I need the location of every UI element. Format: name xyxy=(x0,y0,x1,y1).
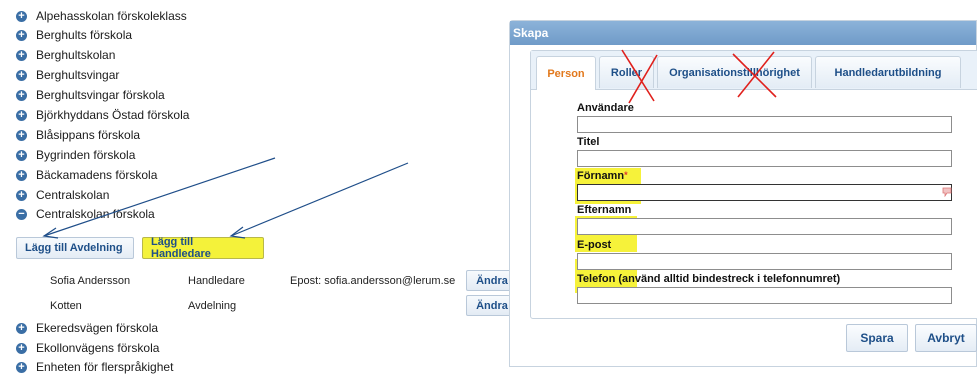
unit-role: Avdelning xyxy=(188,300,237,312)
table-row: Sofia Andersson Handledare Epost: sofia.… xyxy=(50,270,518,292)
firstname-label-text: Förnamn xyxy=(577,170,625,182)
tree-item[interactable]: + Björkhyddans Östad förskola xyxy=(16,105,189,125)
tree-item-label: Centralskolan xyxy=(36,188,110,202)
plus-circle-icon[interactable]: + xyxy=(16,169,27,181)
tree-item-label: Enheten för flerspråkighet xyxy=(36,360,174,374)
lastname-field[interactable] xyxy=(577,218,952,235)
plus-circle-icon[interactable]: + xyxy=(16,29,27,41)
tree-item-label: Berghultskolan xyxy=(36,48,116,62)
create-dialog: Skapa Person Roller Organisationstillhör… xyxy=(509,20,977,367)
field-label-user: Användare xyxy=(577,102,634,114)
tree-item[interactable]: + Alpehasskolan förskoleklass xyxy=(16,6,187,26)
plus-circle-icon[interactable]: + xyxy=(16,189,27,201)
tree-item[interactable]: + Enheten för flerspråkighet xyxy=(16,357,173,377)
tree-item-label: Bygrinden förskola xyxy=(36,148,136,162)
tree-item-label: Berghults förskola xyxy=(36,28,133,42)
tab-supervisor-training[interactable]: Handledarutbildning xyxy=(815,56,961,88)
plus-circle-icon[interactable]: + xyxy=(16,149,27,161)
minus-circle-icon[interactable]: − xyxy=(16,208,27,220)
plus-circle-icon[interactable]: + xyxy=(16,342,27,354)
tab-organization[interactable]: Organisationstillhörighet xyxy=(657,56,812,88)
person-email: Epost: sofia.andersson@lerum.se xyxy=(290,275,456,287)
phone-field[interactable] xyxy=(577,287,952,304)
tab-panel: Person Roller Organisationstillhörighet … xyxy=(530,50,977,319)
save-button[interactable]: Spara xyxy=(846,324,908,352)
tree-item-label: Centralskolan förskola xyxy=(36,207,155,221)
tree-item-label: Björkhyddans Östad förskola xyxy=(36,108,190,122)
firstname-field[interactable] xyxy=(577,184,952,201)
field-label-lastname: Efternamn xyxy=(577,204,632,216)
tree-item[interactable]: + Berghultskolan xyxy=(16,45,115,65)
required-marker: * xyxy=(624,170,628,180)
tree-item[interactable]: + Bäckamadens förskola xyxy=(16,165,157,185)
tree-item[interactable]: + Ekollonvägens förskola xyxy=(16,338,159,358)
tab-person[interactable]: Person xyxy=(536,56,596,90)
table-row: Kotten Avdelning Ändra xyxy=(50,295,518,317)
tree-item[interactable]: + Ekeredsvägen förskola xyxy=(16,318,158,338)
tree-item[interactable]: + Berghults förskola xyxy=(16,25,132,45)
tree-item-expanded[interactable]: − Centralskolan förskola xyxy=(16,204,155,224)
user-field[interactable] xyxy=(577,116,952,133)
speech-bubble-icon xyxy=(942,187,952,197)
tree-item[interactable]: + Centralskolan xyxy=(16,185,109,205)
field-label-title: Titel xyxy=(577,136,600,148)
dialog-title: Skapa xyxy=(510,21,976,45)
annotation-arrow xyxy=(229,162,409,239)
add-supervisor-button[interactable]: Lägg till Handledare xyxy=(142,236,264,260)
plus-circle-icon[interactable]: + xyxy=(16,89,27,101)
email-field[interactable] xyxy=(577,253,952,270)
add-unit-button[interactable]: Lägg till Avdelning xyxy=(16,237,134,259)
cancel-button[interactable]: Avbryt xyxy=(915,324,977,352)
plus-circle-icon[interactable]: + xyxy=(16,69,27,81)
tab-roles[interactable]: Roller xyxy=(599,56,654,88)
field-label-phone: Telefon (använd alltid bindestreck i tel… xyxy=(577,273,841,285)
unit-name: Kotten xyxy=(50,300,82,312)
tree-item[interactable]: + Blåsippans förskola xyxy=(16,125,140,145)
plus-circle-icon[interactable]: + xyxy=(16,49,27,61)
tree-item[interactable]: + Berghultsvingar förskola xyxy=(16,85,165,105)
tree-item-label: Blåsippans förskola xyxy=(36,128,141,142)
plus-circle-icon[interactable]: + xyxy=(16,109,27,121)
person-name: Sofia Andersson xyxy=(50,275,131,287)
plus-circle-icon[interactable]: + xyxy=(16,361,27,373)
tree-item-label: Berghultsvingar förskola xyxy=(36,88,165,102)
tree-item-label: Berghultsvingar xyxy=(36,68,120,82)
tree-item-label: Ekeredsvägen förskola xyxy=(36,321,159,335)
tree-item[interactable]: + Berghultsvingar xyxy=(16,65,119,85)
title-field[interactable] xyxy=(577,150,952,167)
field-label-firstname: Förnamn* xyxy=(577,170,628,182)
tree-item-label: Ekollonvägens förskola xyxy=(36,341,160,355)
plus-circle-icon[interactable]: + xyxy=(16,129,27,141)
tree-item[interactable]: + Bygrinden förskola xyxy=(16,145,135,165)
tree-item-label: Bäckamadens förskola xyxy=(36,168,158,182)
tab-bar: Person Roller Organisationstillhörighet … xyxy=(531,51,977,90)
person-role: Handledare xyxy=(188,275,245,287)
plus-circle-icon[interactable]: + xyxy=(16,322,27,334)
plus-circle-icon[interactable]: + xyxy=(16,10,27,22)
tree-item-label: Alpehasskolan förskoleklass xyxy=(36,9,187,23)
field-label-email: E-post xyxy=(577,239,612,251)
